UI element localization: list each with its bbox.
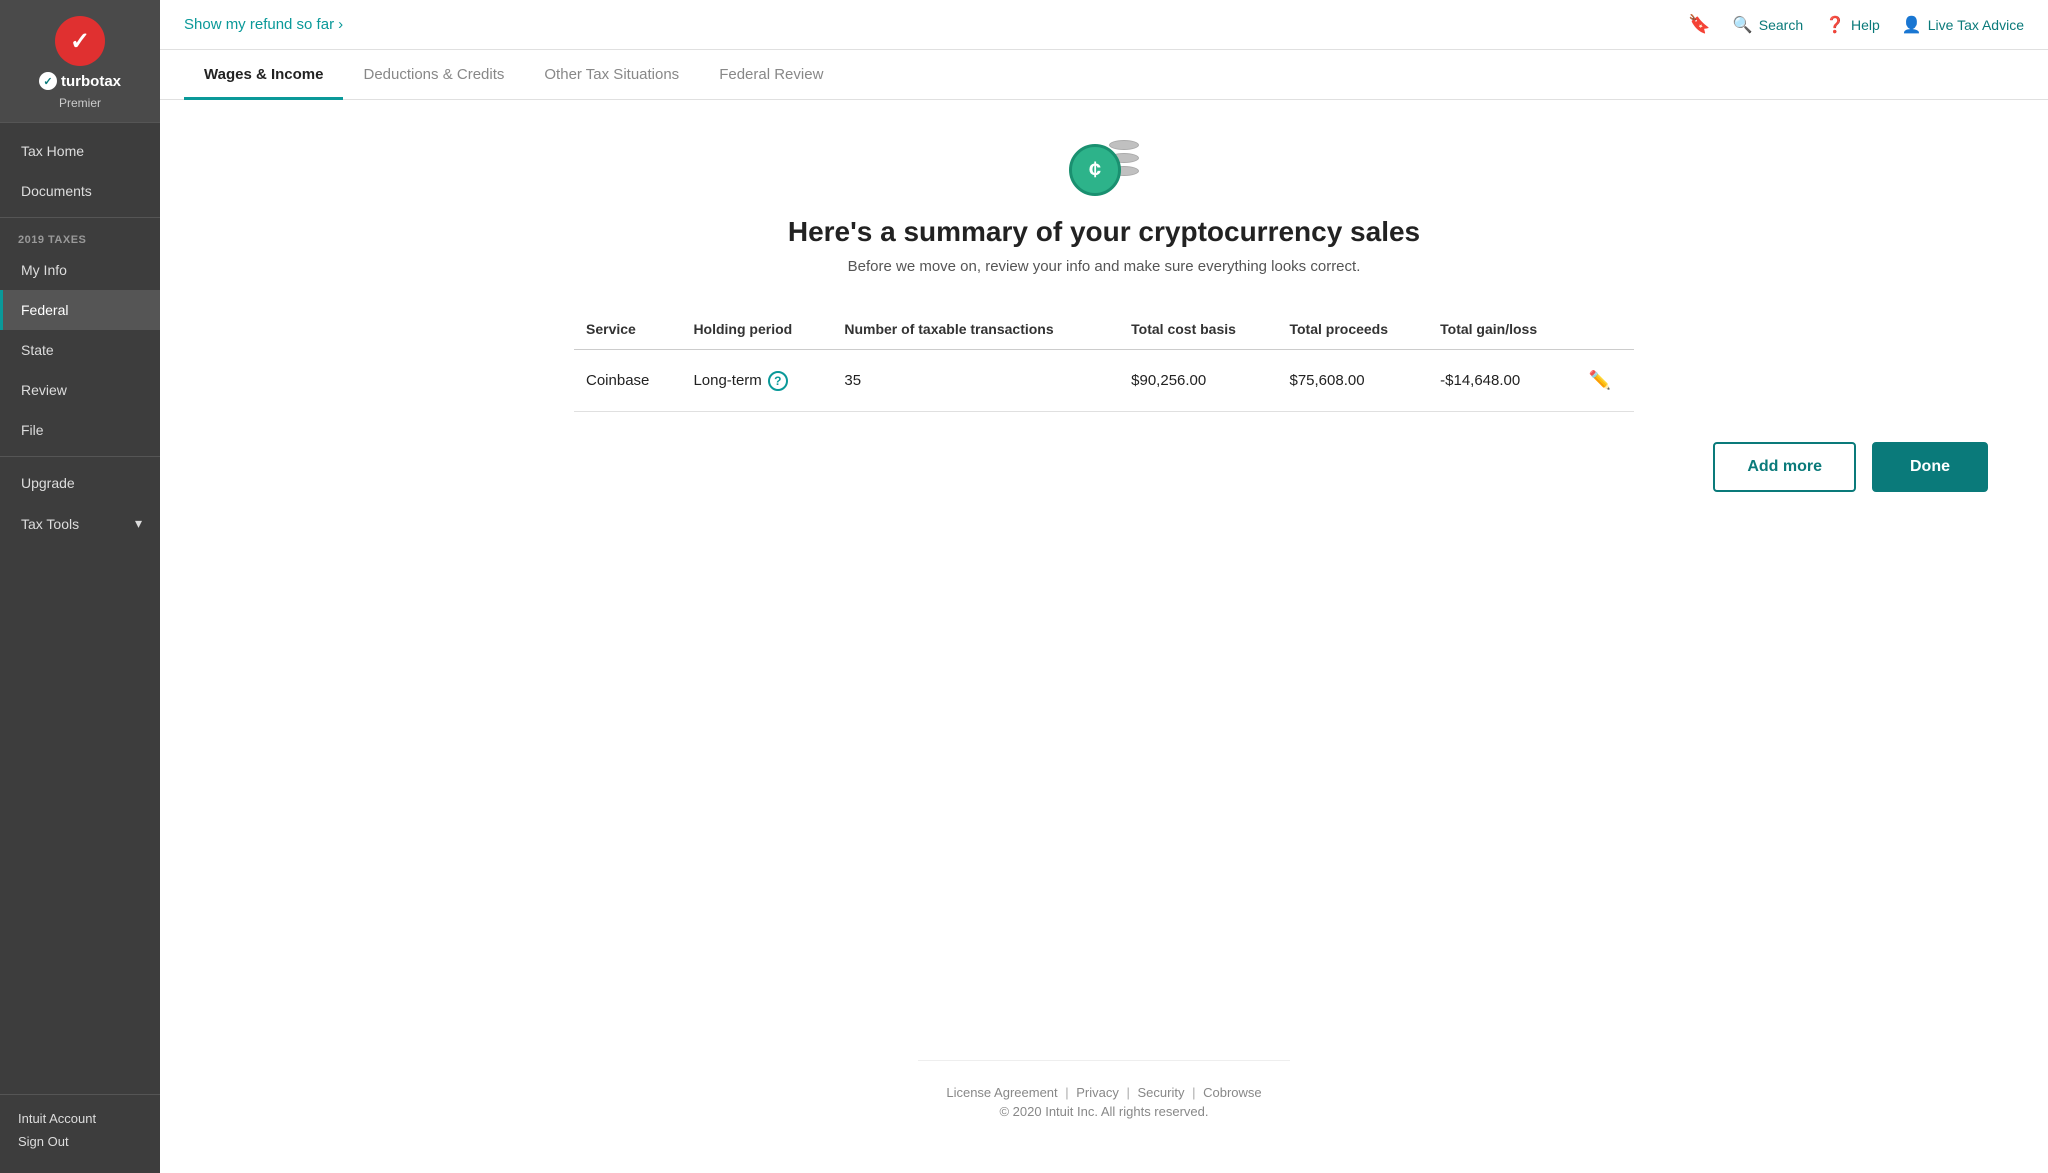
bookmark-icon: 🔖 [1688,14,1710,35]
page-subtitle: Before we move on, review your info and … [848,258,1361,275]
th-gain-loss: Total gain/loss [1428,311,1577,350]
main-content: Show my refund so far › 🔖 🔍 Search ❓ Hel… [160,0,2048,1173]
add-more-button[interactable]: Add more [1713,442,1856,492]
th-service: Service [574,311,681,350]
td-holding-period: Long-term ? [681,350,832,412]
td-service: Coinbase [574,350,681,412]
td-edit: ✏️ [1577,350,1634,412]
footer-links: License Agreement | Privacy | Security |… [942,1085,1265,1100]
sidebar-item-file[interactable]: File [0,410,160,450]
search-icon: 🔍 [1733,15,1753,35]
brand-name: turbotax [61,73,121,90]
summary-table: Service Holding period Number of taxable… [574,311,1634,412]
search-button[interactable]: 🔍 Search [1733,15,1803,35]
sidebar-item-intuit-account[interactable]: Intuit Account [18,1111,142,1126]
table-row: Coinbase Long-term ? 35 $90,256.00 $75,6… [574,350,1634,412]
tab-deductions-credits[interactable]: Deductions & Credits [343,50,524,100]
brand-icon: ✓ [39,72,57,90]
sidebar-item-tax-tools[interactable]: Tax Tools ▾ [0,503,160,544]
sidebar-bottom: Intuit Account Sign Out [0,1094,160,1173]
th-holding-period: Holding period [681,311,832,350]
th-taxable-transactions: Number of taxable transactions [832,311,1119,350]
sidebar-item-my-info[interactable]: My Info [0,250,160,290]
help-button[interactable]: ❓ Help [1825,15,1880,35]
topbar: Show my refund so far › 🔖 🔍 Search ❓ Hel… [160,0,2048,50]
footer-security[interactable]: Security [1138,1085,1185,1100]
bookmark-button[interactable]: 🔖 [1688,14,1710,35]
help-icon: ❓ [1825,15,1845,35]
coin-main: ¢ [1069,144,1121,196]
person-icon: 👤 [1902,15,1922,35]
sidebar-item-upgrade[interactable]: Upgrade [0,463,160,503]
tab-federal-review[interactable]: Federal Review [699,50,843,100]
table-header: Service Holding period Number of taxable… [574,311,1634,350]
th-cost-basis: Total cost basis [1119,311,1277,350]
logo-checkmark: ✓ [55,16,105,66]
td-cost-basis: $90,256.00 [1119,350,1277,412]
table-body: Coinbase Long-term ? 35 $90,256.00 $75,6… [574,350,1634,412]
done-button[interactable]: Done [1872,442,1988,492]
tab-wages-income[interactable]: Wages & Income [184,50,343,100]
footer-license[interactable]: License Agreement [946,1085,1057,1100]
coin-slice-1 [1109,140,1139,150]
page-content: ¢ Here's a summary of your cryptocurrenc… [160,100,2048,1173]
td-transactions: 35 [832,350,1119,412]
live-tax-advice-button[interactable]: 👤 Live Tax Advice [1902,15,2024,35]
sidebar-item-sign-out[interactable]: Sign Out [18,1134,142,1149]
tab-other-tax-situations[interactable]: Other Tax Situations [524,50,699,100]
sidebar-item-state[interactable]: State [0,330,160,370]
refund-link[interactable]: Show my refund so far › [184,16,343,33]
chevron-right-icon: › [338,16,343,33]
footer-copyright: © 2020 Intuit Inc. All rights reserved. [942,1104,1265,1119]
footer-privacy[interactable]: Privacy [1076,1085,1119,1100]
sidebar-item-documents[interactable]: Documents [0,171,160,211]
th-actions [1577,311,1634,350]
sidebar-section-2019-taxes: 2019 TAXES [0,224,160,250]
edit-icon[interactable]: ✏️ [1589,370,1611,390]
page-title: Here's a summary of your cryptocurrency … [788,216,1420,248]
sidebar-nav: Tax Home Documents 2019 TAXES My Info Fe… [0,123,160,1094]
turbotax-brand: ✓ turbotax [39,72,121,90]
footer: License Agreement | Privacy | Security |… [918,1060,1289,1143]
sidebar-logo: ✓ ✓ turbotax Premier [0,0,160,123]
topbar-right: 🔖 🔍 Search ❓ Help 👤 Live Tax Advice [1688,14,2024,35]
chevron-down-icon: ▾ [135,515,142,532]
sidebar: ✓ ✓ turbotax Premier Tax Home Documents … [0,0,160,1173]
th-proceeds: Total proceeds [1277,311,1428,350]
td-gain-loss: -$14,648.00 [1428,350,1577,412]
footer-cobrowse[interactable]: Cobrowse [1203,1085,1262,1100]
holding-period-help-icon[interactable]: ? [768,371,788,391]
crypto-icon: ¢ [1069,140,1139,200]
brand-tier: Premier [59,96,101,110]
tab-nav: Wages & Income Deductions & Credits Othe… [160,50,2048,100]
sidebar-item-review[interactable]: Review [0,370,160,410]
topbar-left: Show my refund so far › [184,16,343,33]
td-proceeds: $75,608.00 [1277,350,1428,412]
sidebar-item-federal[interactable]: Federal [0,290,160,330]
button-row: Add more Done [928,442,1988,492]
sidebar-item-tax-home[interactable]: Tax Home [0,131,160,171]
